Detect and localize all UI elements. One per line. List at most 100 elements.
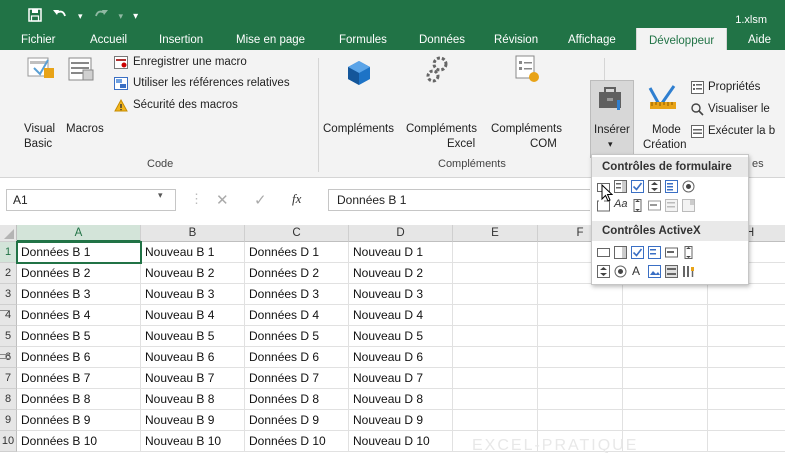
cell-d7[interactable]: Nouveau D 7 [349, 368, 453, 389]
cell-a9[interactable]: Données B 9 [17, 410, 141, 431]
cell-b6[interactable]: Nouveau B 6 [141, 347, 245, 368]
select-all-corner[interactable] [0, 225, 17, 242]
tab-donnees[interactable]: Données [419, 30, 465, 50]
cell-e5[interactable] [453, 326, 538, 347]
cell-g7[interactable] [623, 368, 708, 389]
cell-c10[interactable]: Données D 10 [245, 431, 349, 452]
cell-h9[interactable] [708, 410, 785, 431]
row-header-5[interactable]: 5 [0, 326, 17, 347]
row-header-1[interactable]: 1 [0, 242, 17, 263]
activex-textbox-icon[interactable] [665, 246, 678, 259]
cell-a6[interactable]: Données B 6 [17, 347, 141, 368]
complements-icon[interactable] [345, 59, 373, 90]
mode-label-1[interactable]: Mode [652, 124, 681, 136]
activex-listbox-icon[interactable] [648, 246, 661, 259]
cell-e7[interactable] [453, 368, 538, 389]
cell-d9[interactable]: Nouveau D 9 [349, 410, 453, 431]
cell-b2[interactable]: Nouveau B 2 [141, 263, 245, 284]
cell-f5[interactable] [538, 326, 623, 347]
insert-function-icon[interactable]: fx [292, 191, 301, 207]
cell-a4[interactable]: Données B 4 [17, 305, 141, 326]
visual-basic-label-1[interactable]: Visual [24, 123, 55, 135]
name-box-dropdown-icon[interactable]: ▾ [158, 190, 163, 201]
cell-c2[interactable]: Données D 2 [245, 263, 349, 284]
cell-f7[interactable] [538, 368, 623, 389]
form-combobox-icon[interactable] [614, 180, 627, 193]
row-header-9[interactable]: 9 [0, 410, 17, 431]
cell-d10[interactable]: Nouveau D 10 [349, 431, 453, 452]
cell-d8[interactable]: Nouveau D 8 [349, 389, 453, 410]
cell-b10[interactable]: Nouveau B 10 [141, 431, 245, 452]
cell-c5[interactable]: Données D 5 [245, 326, 349, 347]
formula-input[interactable]: Données B 1 [328, 189, 590, 211]
row-header-8[interactable]: 8 [0, 389, 17, 410]
column-header-d[interactable]: D [349, 225, 453, 242]
cell-d5[interactable]: Nouveau D 5 [349, 326, 453, 347]
cell-f8[interactable] [538, 389, 623, 410]
activex-scrollbar-icon[interactable] [682, 246, 695, 259]
properties-button[interactable]: Propriétés [708, 81, 760, 93]
cell-h8[interactable] [708, 389, 785, 410]
form-spinner-icon[interactable] [648, 180, 661, 193]
excel-complements-label-1[interactable]: Compléments [406, 123, 477, 135]
column-header-e[interactable]: E [453, 225, 538, 242]
form-option-button-icon[interactable] [682, 180, 695, 193]
row-header-4[interactable]: 4 [0, 305, 17, 326]
cell-b4[interactable]: Nouveau B 4 [141, 305, 245, 326]
cell-a5[interactable]: Données B 5 [17, 326, 141, 347]
macros-label[interactable]: Macros [66, 123, 104, 135]
run-dialog-button[interactable]: Exécuter la b [708, 125, 775, 137]
name-box[interactable]: A1 [6, 189, 176, 211]
cell-a7[interactable]: Données B 7 [17, 368, 141, 389]
cell-b3[interactable]: Nouveau B 3 [141, 284, 245, 305]
mode-label-2[interactable]: Création [643, 139, 686, 151]
activex-toggle-icon[interactable] [665, 265, 678, 278]
cell-c3[interactable]: Données D 3 [245, 284, 349, 305]
cell-b8[interactable]: Nouveau B 8 [141, 389, 245, 410]
cell-h7[interactable] [708, 368, 785, 389]
row-header-3[interactable]: 3 [0, 284, 17, 305]
cell-c7[interactable]: Données D 7 [245, 368, 349, 389]
cell-g9[interactable] [623, 410, 708, 431]
toolbox-icon[interactable] [597, 84, 625, 115]
form-label-icon[interactable]: Aa [614, 198, 627, 210]
row-header-7[interactable]: 7 [0, 368, 17, 389]
undo-dropdown-icon[interactable]: ▾ [78, 11, 83, 22]
macro-security-button[interactable]: Sécurité des macros [133, 99, 238, 111]
com-complements-label-1[interactable]: Compléments [491, 123, 562, 135]
cell-g8[interactable] [623, 389, 708, 410]
tab-fichier[interactable]: Fichier [21, 30, 56, 50]
cell-d1[interactable]: Nouveau D 1 [349, 242, 453, 263]
design-mode-icon[interactable] [648, 84, 678, 117]
cell-e2[interactable] [453, 263, 538, 284]
customize-qat-icon[interactable]: ▾ [133, 11, 138, 22]
cell-e6[interactable] [453, 347, 538, 368]
record-macro-button[interactable]: Enregistrer une macro [133, 56, 247, 68]
cell-e1[interactable] [453, 242, 538, 263]
inserer-label[interactable]: Insérer [594, 124, 630, 136]
com-complements-icon[interactable] [512, 54, 542, 87]
relative-references-button[interactable]: Utiliser les références relatives [133, 77, 290, 89]
tab-affichage[interactable]: Affichage [568, 30, 616, 50]
cell-d2[interactable]: Nouveau D 2 [349, 263, 453, 284]
cell-c6[interactable]: Données D 6 [245, 347, 349, 368]
form-listbox-icon[interactable] [665, 180, 678, 193]
tab-aide[interactable]: Aide [748, 30, 771, 50]
cell-a3[interactable]: Données B 3 [17, 284, 141, 305]
cell-d4[interactable]: Nouveau D 4 [349, 305, 453, 326]
cell-b7[interactable]: Nouveau B 7 [141, 368, 245, 389]
cell-a10[interactable]: Données B 10 [17, 431, 141, 452]
macros-icon[interactable] [67, 56, 95, 87]
cell-g5[interactable] [623, 326, 708, 347]
undo-icon[interactable] [52, 8, 68, 25]
tab-accueil[interactable]: Accueil [90, 30, 127, 50]
cell-h3[interactable] [708, 284, 785, 305]
row-header-10[interactable]: 10 [0, 431, 17, 452]
com-complements-label-2[interactable]: COM [530, 138, 557, 150]
save-icon[interactable] [28, 8, 42, 25]
activex-image-icon[interactable] [648, 265, 661, 278]
tab-mise-en-page[interactable]: Mise en page [236, 30, 305, 50]
complements-button[interactable]: Compléments [323, 123, 394, 135]
tab-insertion[interactable]: Insertion [159, 30, 203, 50]
visual-basic-label-2[interactable]: Basic [24, 138, 52, 150]
